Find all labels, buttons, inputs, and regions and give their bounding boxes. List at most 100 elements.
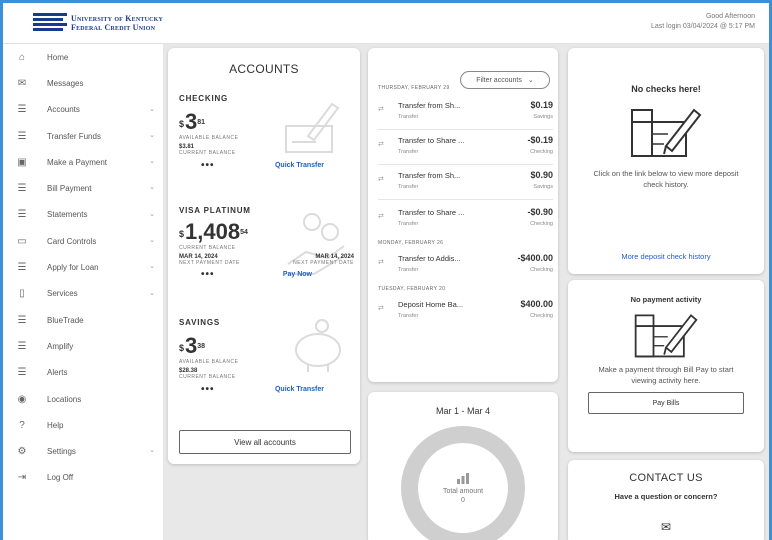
greeting-text: Good Afternoon [705,13,755,20]
quick-transfer-link[interactable]: Quick Transfer [275,162,324,169]
chevron-down-icon[interactable]: ⌄ [149,236,155,244]
sidebar-item-amplify[interactable]: ☰ Amplify [3,333,163,359]
chevron-down-icon[interactable]: ⌄ [149,131,155,139]
spending-donut-chart[interactable]: Total amount 0 [401,426,525,540]
sidebar-item-label: Settings [47,447,76,457]
pay-now-link[interactable]: Pay Now [283,271,312,278]
quick-transfer-link[interactable]: Quick Transfer [275,386,324,393]
transaction-name: Transfer from Sh... [398,101,461,110]
account-name: CHECKING [179,94,229,103]
clipboard-icon: ▯ [19,288,25,300]
sidebar-item-label: Log Off [47,473,74,483]
sidebar-item-accounts[interactable]: ☰ Accounts ⌄ [3,97,163,123]
sidebar-item-settings[interactable]: ⚙ Settings ⌄ [3,438,163,464]
list-icon: ☰ [17,209,27,221]
sidebar-item-log-off[interactable]: ⇥ Log Off [3,465,163,491]
transfer-icon: ⇄ [378,213,384,220]
total-amount-value: 0 [461,497,465,504]
sidebar-item-make-a-payment[interactable]: ▣ Make a Payment ⌄ [3,149,163,175]
more-options-icon[interactable]: ••• [201,269,215,280]
help-icon: ? [19,419,25,431]
list-icon: ☰ [17,130,27,142]
sidebar-item-transfer-funds[interactable]: ☰ Transfer Funds ⌄ [3,123,163,149]
transaction-type: Transfer [398,114,419,120]
sidebar-item-messages[interactable]: ✉ Messages [3,70,163,96]
sidebar-item-label: Home [47,52,69,62]
savings-available-balance: $338 [179,333,206,358]
money-icon: ▣ [17,156,27,168]
chevron-down-icon[interactable]: ⌄ [149,183,155,191]
transaction-row[interactable]: ⇄ Deposit Home Ba... Transfer $400.00 Ch… [378,298,553,328]
savings-account[interactable]: SAVINGS $338 AVAILABLE BALANCE $28.38 CU… [179,318,354,395]
envelope-icon[interactable]: ✉ [568,520,764,534]
sidebar-item-locations[interactable]: ◉ Locations [3,386,163,412]
sidebar-item-bill-payment[interactable]: ☰ Bill Payment ⌄ [3,175,163,201]
chevron-down-icon[interactable]: ⌄ [149,105,155,113]
row-divider [378,129,553,130]
transaction-row[interactable]: ⇄ Transfer to Share ... Transfer -$0.90 … [378,206,553,236]
sidebar-item-home[interactable]: ⌂ Home [3,44,163,70]
sidebar-item-bluetrade[interactable]: ☰ BlueTrade [3,307,163,333]
sidebar-item-statements[interactable]: ☰ Statements ⌄ [3,202,163,228]
transaction-name: Transfer from Sh... [398,171,461,180]
checking-account[interactable]: CHECKING $381 AVAILABLE BALANCE $3.81 CU… [179,94,354,171]
accounts-card: ACCOUNTS CHECKING $381 AVAILABLE BALANCE… [168,48,360,464]
sidebar-item-label: Statements [47,210,88,220]
pay-bills-button[interactable]: Pay Bills [588,392,744,414]
payment-description: Make a payment through Bill Pay to start… [598,365,734,385]
transaction-amount: $0.19 [530,100,553,110]
more-options-icon[interactable]: ••• [201,384,215,395]
chevron-down-icon[interactable]: ⌄ [149,262,155,270]
transaction-name: Deposit Home Ba... [398,300,464,309]
chevron-down-icon[interactable]: ⌄ [149,210,155,218]
deposit-history-link[interactable]: More deposit check history [568,252,764,261]
list-icon: ☰ [17,104,27,116]
sidebar-item-label: Services [47,289,78,299]
transaction-day-header: THURSDAY, FEBRUARY 29 [378,85,450,91]
sidebar-item-label: Accounts [47,105,80,115]
transaction-amount: -$0.90 [527,207,553,217]
view-all-accounts-button[interactable]: View all accounts [179,430,351,454]
list-icon: ☰ [17,262,27,274]
list-icon: ☰ [17,314,27,326]
no-payment-title: No payment activity [630,295,702,304]
spending-summary-card: Mar 1 - Mar 4 Total amount 0 [368,392,558,540]
next-payment-label: NEXT PAYMENT DATE [179,260,240,266]
transaction-row[interactable]: ⇄ Transfer from Sh... Transfer $0.90 Sav… [378,169,553,199]
chevron-down-icon[interactable]: ⌄ [149,157,155,165]
more-options-icon[interactable]: ••• [201,160,215,171]
chevron-down-icon[interactable]: ⌄ [149,446,155,454]
transaction-row[interactable]: ⇄ Transfer to Share ... Transfer -$0.19 … [378,134,553,164]
sidebar-item-help[interactable]: ? Help [3,412,163,438]
sidebar-item-card-controls[interactable]: ▭ Card Controls ⌄ [3,228,163,254]
sidebar-item-apply-for-loan[interactable]: ☰ Apply for Loan ⌄ [3,254,163,280]
available-balance-label: AVAILABLE BALANCE [179,359,239,365]
visa-current-balance: $1,40854 [179,219,248,244]
transaction-row[interactable]: ⇄ Transfer to Addis... Transfer -$400.00… [378,252,553,282]
transaction-row[interactable]: ⇄ Transfer from Sh... Transfer $0.19 Sav… [378,99,553,129]
sidebar-item-label: Locations [47,394,82,404]
list-icon: ☰ [17,367,27,379]
filter-accounts-dropdown[interactable]: Filter accounts ⌄ [460,71,550,89]
current-balance-label: CURRENT BALANCE [179,150,236,156]
transaction-type: Transfer [398,184,419,190]
total-amount-label: Total amount [442,488,484,495]
deposit-icon: ⇄ [378,305,384,312]
transaction-account: Savings [533,184,553,190]
sidebar-item-label: Card Controls [47,236,97,246]
ukfcu-logo[interactable]: University of Kentucky Federal Credit Un… [33,11,163,35]
no-checks-title: No checks here! [631,84,701,94]
sidebar-item-label: Apply for Loan [47,263,99,273]
app-frame: University of Kentucky Federal Credit Un… [3,3,769,540]
contact-title: CONTACT US [629,472,703,484]
sidebar-item-label: Bill Payment [47,184,92,194]
account-name: SAVINGS [179,318,221,327]
bar-chart-icon [457,473,469,484]
chevron-down-icon[interactable]: ⌄ [149,289,155,297]
sidebar-item-services[interactable]: ▯ Services ⌄ [3,281,163,307]
transaction-name: Transfer to Share ... [398,136,465,145]
home-icon: ⌂ [18,51,26,63]
sidebar-nav: ⌂ Home ✉ Messages ☰ Accounts ⌄ ☰ Transfer Funds ⌄… [3,44,164,540]
visa-account[interactable]: VISA PLATINUM $1,40854 CURRENT BALANCE M… [179,206,354,280]
sidebar-item-alerts[interactable]: ☰ Alerts [3,360,163,386]
